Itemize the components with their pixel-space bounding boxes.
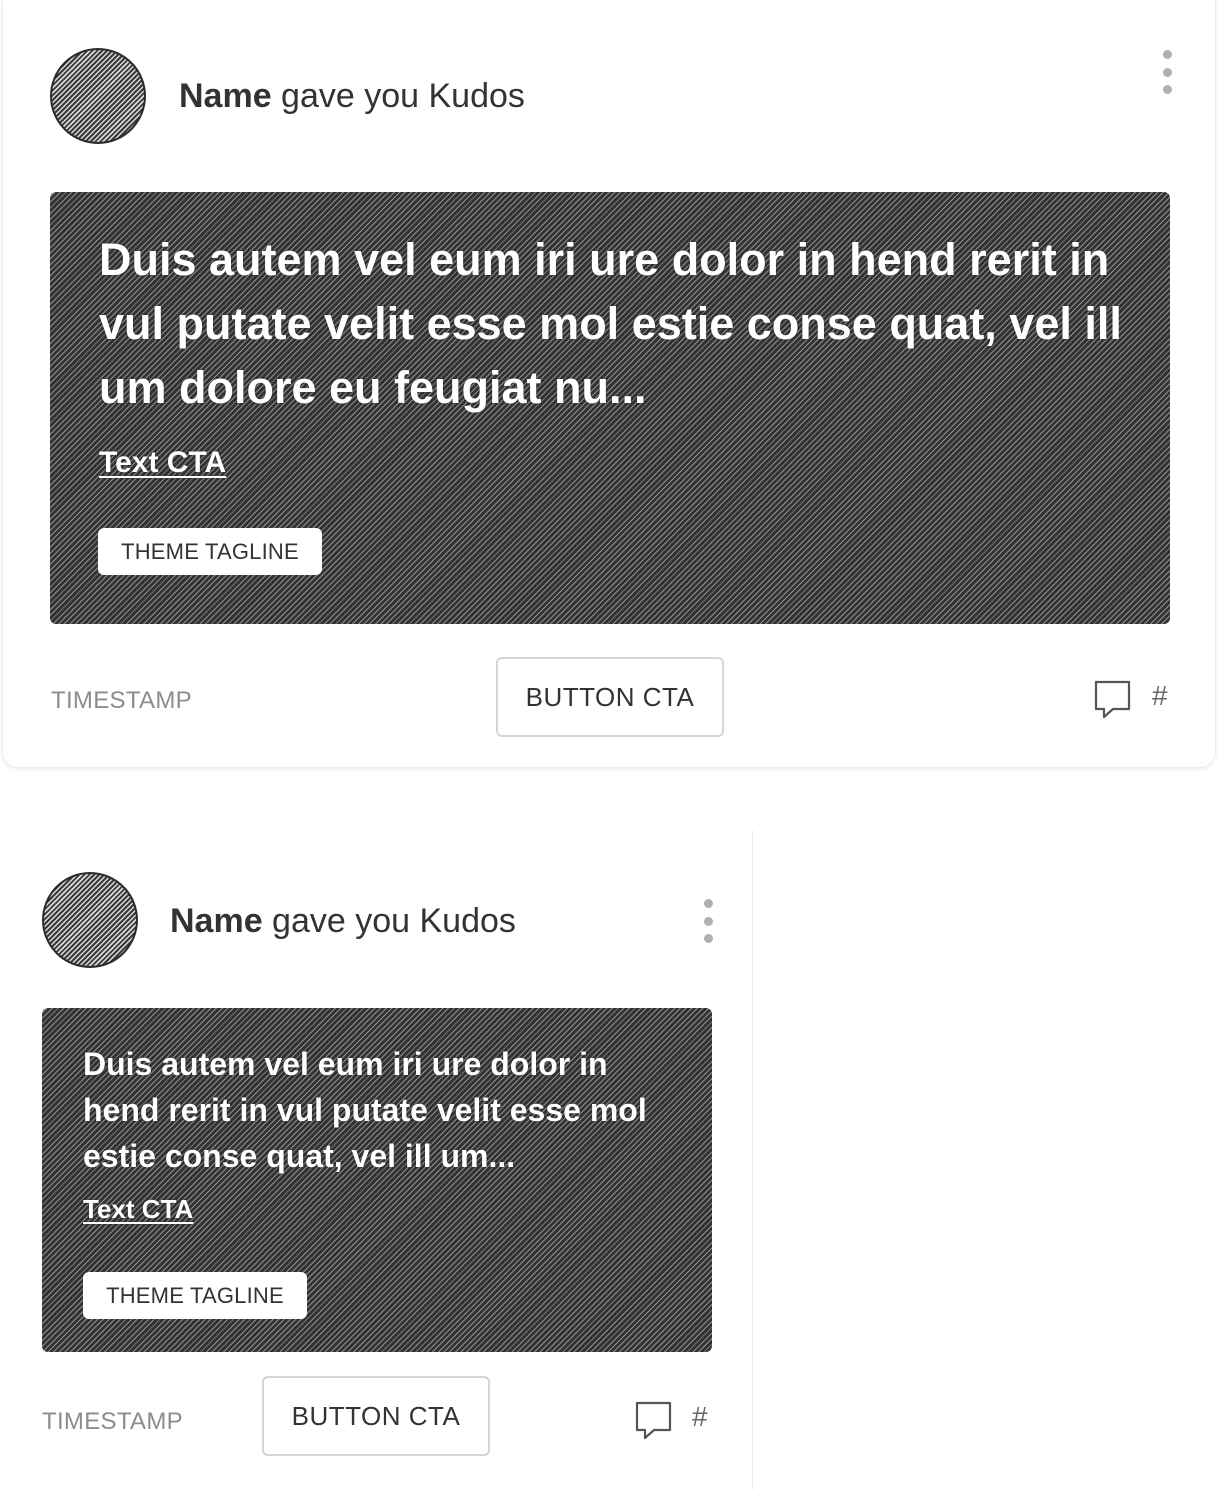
card-headline: Name gave you Kudos bbox=[179, 77, 525, 116]
action-text: gave you Kudos bbox=[271, 77, 525, 115]
kudos-message: Duis autem vel eum iri ure dolor in hend… bbox=[99, 234, 1122, 413]
kudos-card: Name gave you Kudos Duis autem vel eum i… bbox=[0, 830, 753, 1490]
text-cta-link[interactable]: Text CTA bbox=[99, 446, 226, 480]
theme-tagline-badge: THEME TAGLINE bbox=[98, 528, 322, 575]
timestamp: TIMESTAMP bbox=[51, 687, 192, 714]
avatar[interactable] bbox=[42, 872, 138, 968]
menu-dot bbox=[1162, 85, 1172, 94]
author-name[interactable]: Name bbox=[170, 902, 263, 940]
action-text: gave you Kudos bbox=[262, 902, 516, 940]
kudos-card: Name gave you Kudos Duis autem vel eum i… bbox=[2, 0, 1216, 768]
comment-count: # bbox=[1152, 680, 1168, 711]
more-menu-button[interactable] bbox=[696, 899, 720, 943]
menu-dot bbox=[703, 934, 713, 943]
menu-dot bbox=[703, 899, 713, 908]
menu-dot bbox=[1162, 50, 1172, 59]
text-cta-link[interactable]: Text CTA bbox=[83, 1194, 193, 1225]
more-menu-button[interactable] bbox=[1155, 50, 1179, 94]
avatar[interactable] bbox=[50, 48, 146, 144]
card-headline: Name gave you Kudos bbox=[170, 902, 516, 941]
menu-dot bbox=[1162, 67, 1172, 77]
button-cta[interactable]: BUTTON CTA bbox=[496, 657, 724, 737]
comment-count: # bbox=[692, 1401, 708, 1432]
comment-icon[interactable] bbox=[634, 1401, 674, 1441]
theme-tagline-badge: THEME TAGLINE bbox=[83, 1272, 307, 1319]
kudos-media-panel: Duis autem vel eum iri ure dolor in hend… bbox=[42, 1008, 712, 1352]
menu-dot bbox=[703, 916, 713, 926]
author-name[interactable]: Name bbox=[179, 77, 272, 115]
comment-icon[interactable] bbox=[1093, 680, 1133, 720]
kudos-media-panel: Duis autem vel eum iri ure dolor in hend… bbox=[50, 192, 1170, 624]
button-cta[interactable]: BUTTON CTA bbox=[262, 1376, 490, 1456]
timestamp: TIMESTAMP bbox=[42, 1408, 183, 1435]
kudos-message: Duis autem vel eum iri ure dolor in hend… bbox=[83, 1046, 647, 1174]
